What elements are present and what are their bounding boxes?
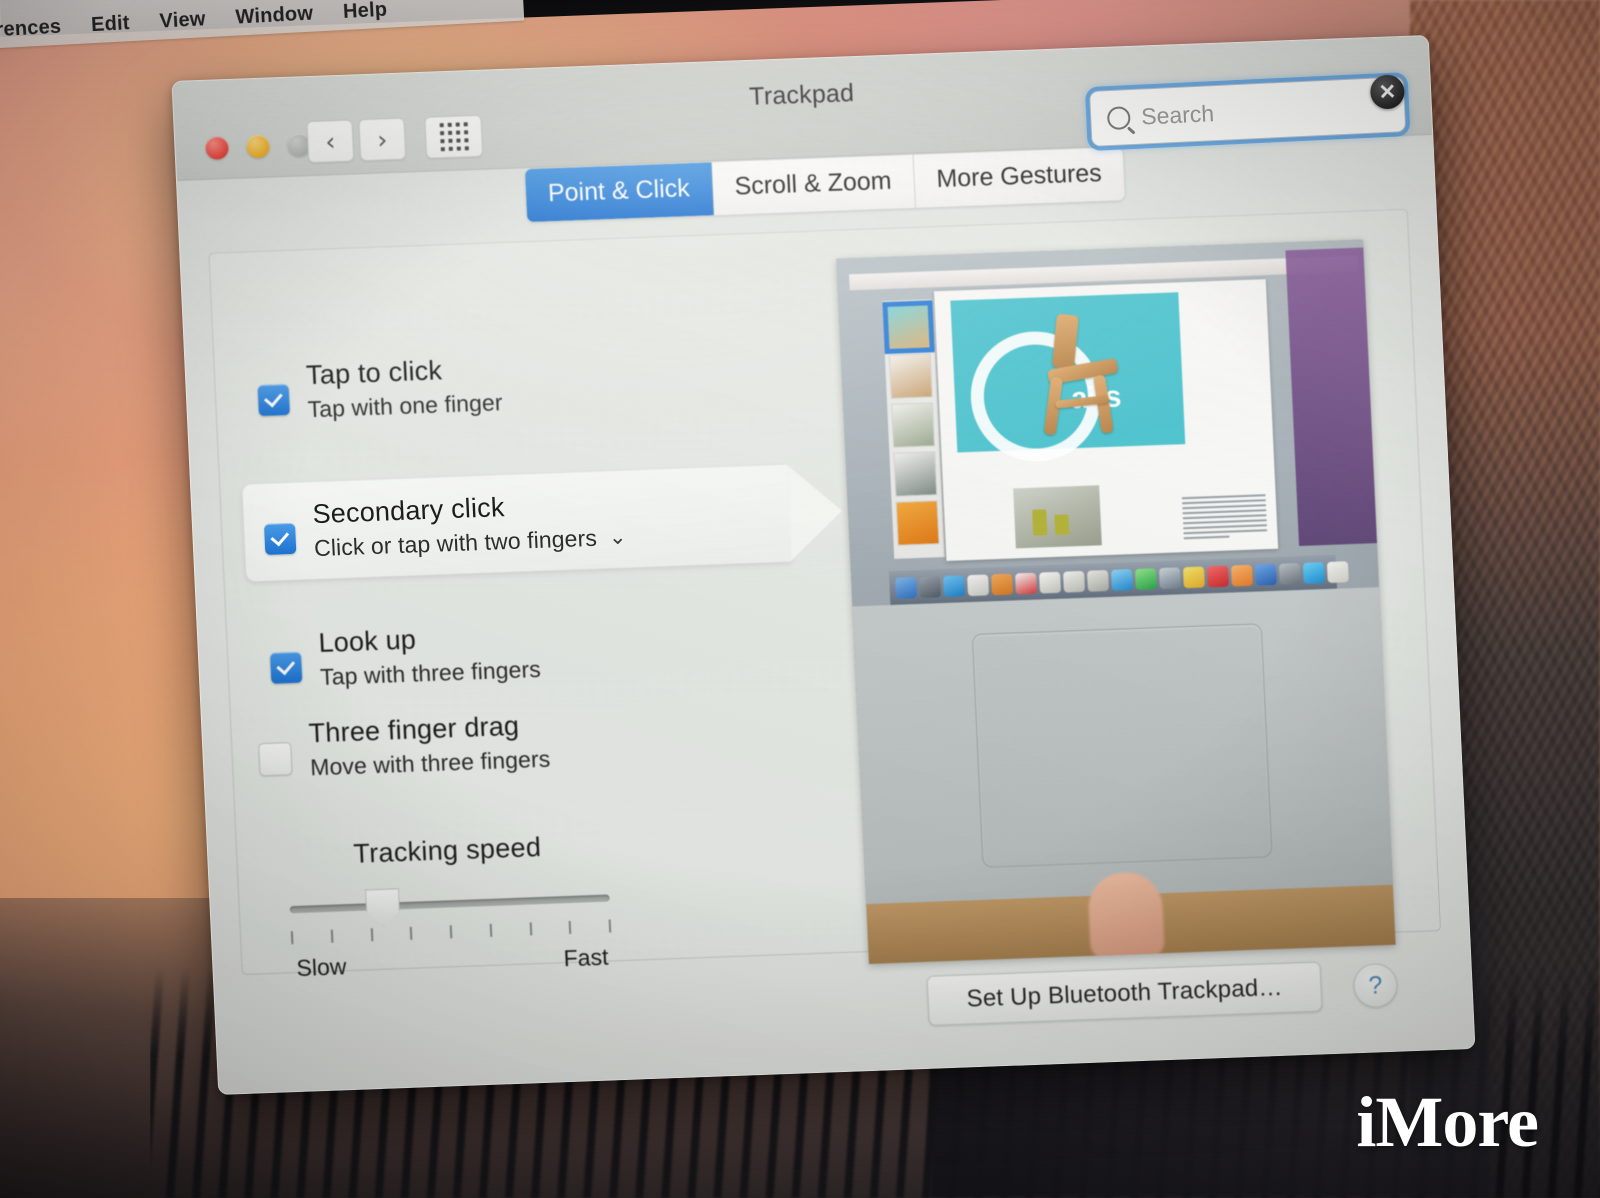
screenshot-root: …erences Edit View Window Help Trackpad … — [0, 0, 1600, 1198]
tab-more-gestures[interactable]: More Gestures — [913, 147, 1125, 208]
preview-mac-screen: airs — [836, 239, 1380, 607]
preview-teal-hero: airs — [950, 292, 1186, 464]
option-tap-to-click[interactable]: Tap to click Tap with one finger — [256, 353, 503, 425]
tracking-speed-label: Tracking speed — [352, 831, 542, 869]
preferences-content: Tap to click Tap with one finger Seconda… — [208, 208, 1442, 981]
traffic-lights — [205, 133, 312, 160]
preview-purple-panel — [1285, 247, 1378, 547]
preview-trackpad-area — [852, 587, 1396, 965]
minimize-button[interactable] — [245, 134, 271, 159]
gesture-video-preview: airs — [836, 239, 1396, 965]
chevron-down-icon[interactable]: ⌄ — [608, 525, 627, 550]
option-title: Tap to click — [305, 355, 443, 391]
preview-thumbnail — [895, 500, 940, 546]
tracking-speed-control: Tracking speed Slow Fast — [287, 830, 613, 983]
preview-pages-document: airs — [933, 279, 1279, 561]
option-text-block: Three finger drag Move with three finger… — [308, 710, 551, 782]
option-secondary-click[interactable]: Secondary click Click or tap with two fi… — [263, 488, 627, 564]
question-mark-icon: ? — [1367, 970, 1384, 1000]
navigation-buttons: ‹ › — [306, 114, 484, 164]
setup-bluetooth-trackpad-button[interactable]: Set Up Bluetooth Trackpad… — [926, 961, 1323, 1026]
checkbox-tap-to-click[interactable] — [257, 383, 290, 417]
option-title: Look up — [317, 624, 417, 658]
chevron-left-icon: ‹ — [324, 126, 337, 156]
option-text-block: Tap to click Tap with one finger — [305, 353, 503, 423]
slider-tick-marks — [290, 919, 612, 945]
preview-body-text — [1181, 494, 1268, 542]
option-three-finger-drag[interactable]: Three finger drag Move with three finger… — [257, 710, 551, 784]
slider-min-label: Slow — [295, 953, 347, 982]
option-title: Three finger drag — [308, 710, 520, 749]
tab-scroll-and-zoom[interactable]: Scroll & Zoom — [711, 154, 916, 216]
setup-button-label: Set Up Bluetooth Trackpad… — [966, 973, 1284, 1013]
forward-button[interactable]: › — [358, 117, 407, 162]
menu-item-edit[interactable]: Edit — [91, 12, 131, 37]
tab-point-and-click[interactable]: Point & Click — [524, 162, 714, 223]
tracking-speed-slider[interactable] — [289, 895, 610, 914]
checkbox-three-finger-drag[interactable] — [258, 742, 293, 777]
slider-end-labels: Slow Fast — [292, 943, 613, 982]
back-button[interactable]: ‹ — [306, 119, 355, 164]
grid-icon — [439, 122, 469, 152]
preview-interior-photo — [1013, 485, 1102, 549]
option-text-block: Look up Tap with three fingers — [318, 620, 542, 691]
close-icon: ✕ — [1378, 80, 1397, 104]
preview-trackpad-surface — [971, 623, 1273, 868]
slider-knob[interactable] — [365, 888, 401, 927]
preview-thumbnail — [888, 353, 933, 399]
option-subtitle: Tap with one finger — [307, 389, 504, 423]
chevron-right-icon: › — [376, 124, 388, 155]
slider-max-label: Fast — [563, 943, 609, 972]
option-subtitle: Move with three fingers — [309, 745, 551, 781]
menu-item-help[interactable]: Help — [342, 0, 387, 24]
menu-item-system-preferences[interactable]: …erences — [0, 16, 62, 44]
option-look-up[interactable]: Look up Tap with three fingers — [269, 620, 542, 693]
preview-thumbnail — [882, 300, 935, 355]
preview-hand-fingers — [1087, 871, 1165, 960]
window-chrome: Trackpad ‹ › Point & Click Scroll & Zoom… — [171, 34, 1476, 1095]
help-button[interactable]: ? — [1352, 962, 1399, 1009]
preview-thumbnail — [891, 402, 936, 448]
search-placeholder: Search — [1140, 99, 1215, 130]
checkbox-look-up[interactable] — [269, 651, 303, 684]
preview-headline-block — [1182, 293, 1256, 296]
imore-watermark: iMore — [1356, 1082, 1539, 1162]
close-button[interactable] — [205, 136, 230, 160]
show-all-button[interactable] — [424, 114, 484, 159]
preview-chair-photo — [1031, 312, 1133, 445]
checkbox-secondary-click[interactable] — [263, 522, 297, 555]
preview-thumbnail — [893, 451, 938, 497]
trackpad-preferences-window: Trackpad ‹ › Point & Click Scroll & Zoom… — [171, 34, 1476, 1095]
menu-item-view[interactable]: View — [159, 8, 206, 33]
search-icon — [1106, 105, 1131, 130]
option-text-block: Secondary click Click or tap with two fi… — [312, 488, 627, 562]
menu-item-window[interactable]: Window — [235, 3, 314, 30]
option-subtitle: Tap with three fingers — [319, 655, 542, 691]
